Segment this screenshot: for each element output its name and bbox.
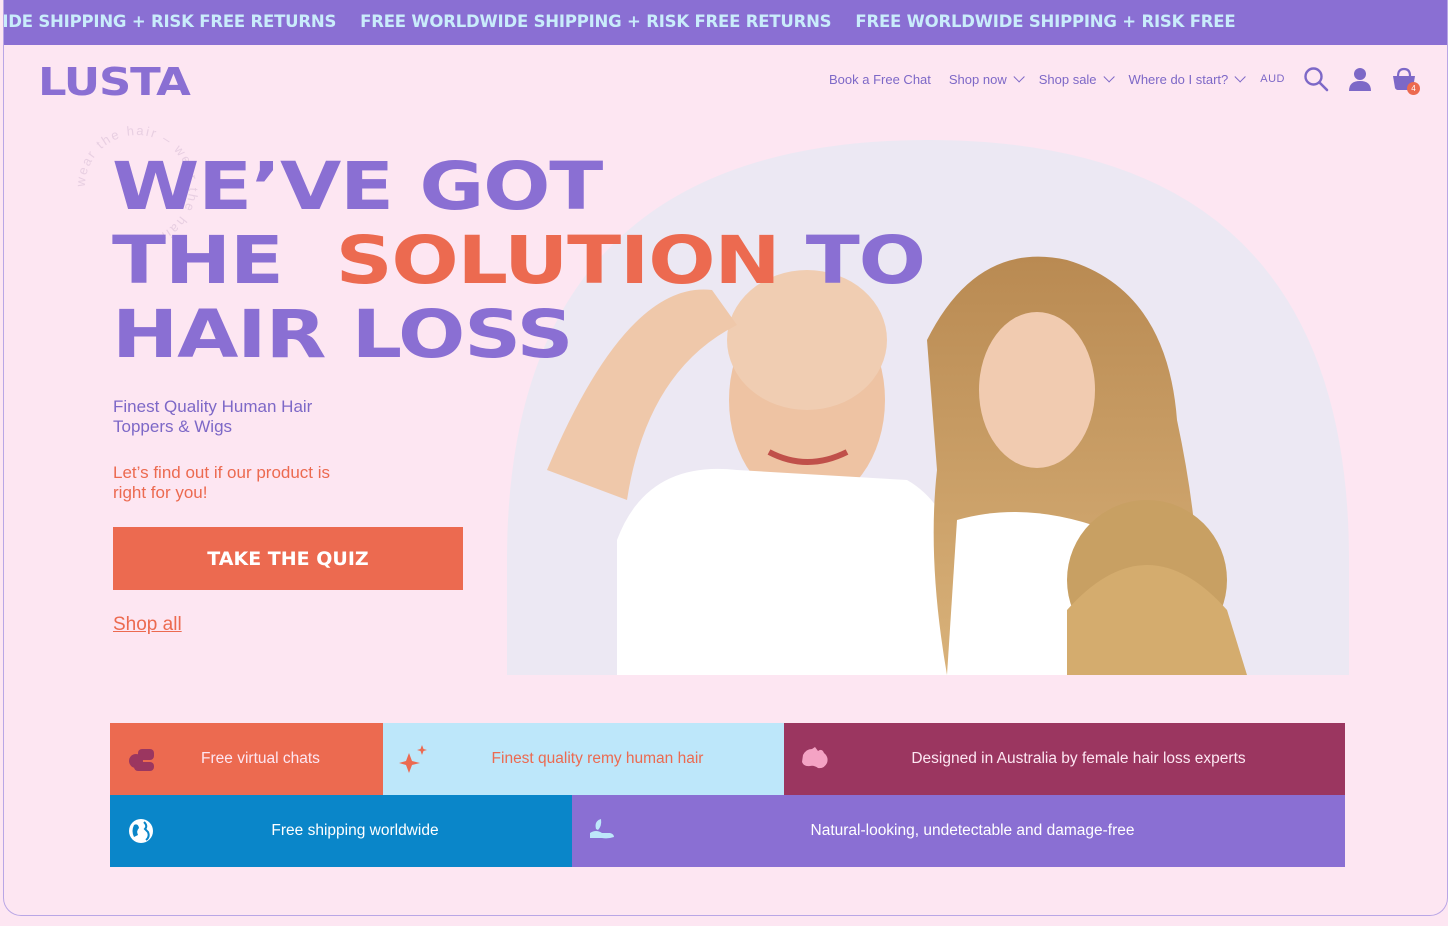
- headline-line-2c: TO: [805, 222, 926, 299]
- cart-icon[interactable]: 4: [1391, 66, 1420, 95]
- feature-designed-australia: Designed in Australia by female hair los…: [784, 723, 1345, 795]
- chevron-down-icon: [1013, 71, 1025, 83]
- account-icon[interactable]: [1347, 66, 1373, 92]
- feature-label: Free shipping worldwide: [271, 822, 439, 839]
- search-icon[interactable]: [1303, 66, 1329, 92]
- feature-label: Designed in Australia by female hair los…: [911, 750, 1246, 767]
- chevron-down-icon: [1103, 71, 1115, 83]
- australia-map-icon: [802, 747, 828, 769]
- hero-headline: WE’VE GOT THE SOLUTION TO HAIR LOSS: [112, 148, 926, 373]
- nav-book-chat[interactable]: Book a Free Chat: [829, 72, 931, 87]
- headline-line-2a: THE: [112, 222, 284, 299]
- hand-leaf-icon: [590, 819, 614, 839]
- hero-prompt: Let’s find out if our product is right f…: [113, 463, 331, 502]
- shop-all-link[interactable]: Shop all: [113, 614, 182, 636]
- announcement-text: FREE WORLDWIDE SHIPPING + RISK FREE RETU…: [360, 12, 832, 31]
- site-logo[interactable]: LUSTA: [38, 60, 191, 104]
- cart-count-badge: 4: [1407, 82, 1420, 95]
- hero-subtitle: Finest Quality Human Hair Toppers & Wigs: [113, 397, 313, 436]
- feature-label: Finest quality remy human hair: [491, 750, 704, 767]
- headline-accent-word: SOLUTION: [335, 222, 781, 299]
- take-quiz-button[interactable]: TAKE THE QUIZ: [113, 527, 463, 590]
- feature-free-shipping: Free shipping worldwide: [110, 795, 572, 867]
- feature-virtual-chats: Free virtual chats: [110, 723, 383, 795]
- nav-label: Shop sale: [1038, 71, 1097, 87]
- nav-shop-sale[interactable]: Shop sale: [1038, 71, 1115, 87]
- chevron-down-icon: [1234, 71, 1247, 83]
- feature-label: Natural-looking, undetectable and damage…: [810, 822, 1135, 839]
- main-nav: Book a Free Chat Shop now Shop sale Wher…: [829, 66, 1420, 95]
- nav-label: Where do I start?: [1128, 71, 1229, 87]
- chat-bubbles-icon: [129, 749, 154, 771]
- nav-where-start[interactable]: Where do I start?: [1128, 71, 1247, 87]
- sparkle-stars-icon: [399, 745, 427, 773]
- globe-icon: [129, 819, 153, 843]
- announcement-track: RLDWIDE SHIPPING + RISK FREE RETURNS FRE…: [4, 12, 1236, 31]
- announcement-text: RLDWIDE SHIPPING + RISK FREE RETURNS: [4, 12, 337, 31]
- headline-line-3: HAIR LOSS: [112, 296, 574, 373]
- feature-natural-looking: Natural-looking, undetectable and damage…: [572, 795, 1345, 867]
- page-frame: RLDWIDE SHIPPING + RISK FREE RETURNS FRE…: [3, 0, 1448, 916]
- announcement-bar[interactable]: RLDWIDE SHIPPING + RISK FREE RETURNS FRE…: [4, 0, 1447, 45]
- headline-line-1: WE’VE GOT: [112, 148, 603, 225]
- feature-remy-hair: Finest quality remy human hair: [383, 723, 784, 795]
- nav-label: Book a Free Chat: [829, 71, 931, 87]
- nav-shop-now[interactable]: Shop now: [948, 71, 1025, 87]
- currency-selector[interactable]: AUD: [1260, 73, 1285, 85]
- nav-label: Shop now: [948, 71, 1007, 87]
- announcement-text: FREE WORLDWIDE SHIPPING + RISK FREE: [855, 12, 1236, 31]
